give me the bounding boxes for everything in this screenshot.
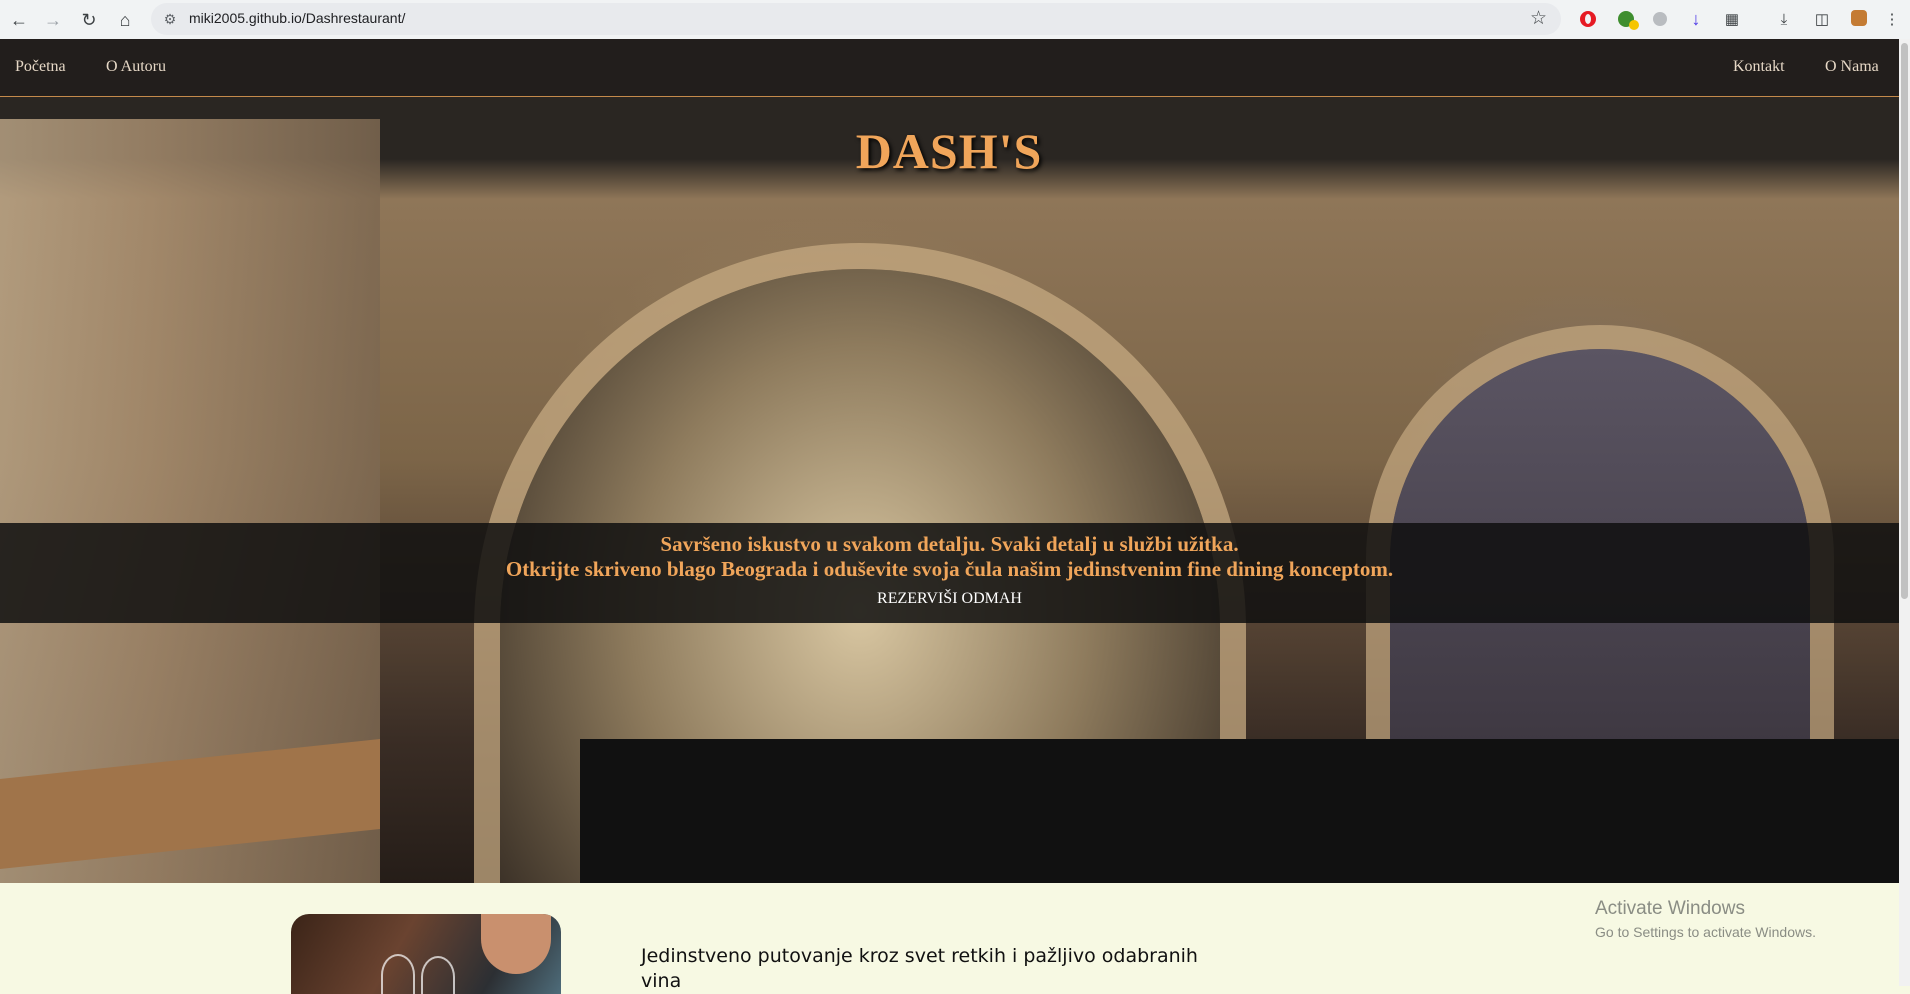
page-scrollbar[interactable] xyxy=(1899,39,1910,986)
profile-avatar[interactable] xyxy=(1851,10,1867,26)
reserve-now-button[interactable]: REZERVIŠI ODMAH xyxy=(877,590,1022,608)
menu-kebab-icon[interactable]: ⋮ xyxy=(1882,9,1902,29)
nav-link-pocetna[interactable]: Početna xyxy=(15,58,66,76)
wine-glass-icon xyxy=(381,954,415,994)
windows-activation-watermark: Activate Windows Go to Settings to activ… xyxy=(1595,898,1816,940)
tagline-line-1: Savršeno iskustvo u svakom detalju. Svak… xyxy=(660,532,1239,556)
forward-icon[interactable]: → xyxy=(40,7,66,33)
opera-extension-icon[interactable] xyxy=(1580,11,1596,27)
hero-tagline-band: Savršeno iskustvo u svakom detalju. Svak… xyxy=(0,523,1899,623)
nav-link-o-autoru[interactable]: O Autoru xyxy=(106,58,166,76)
warning-badge-icon xyxy=(1629,20,1639,30)
site-navbar: Početna O Autoru Kontakt O Nama xyxy=(0,39,1899,97)
tagline-line-2: Otkrijte skriveno blago Beograda i oduše… xyxy=(505,557,1394,581)
watermark-title: Activate Windows xyxy=(1595,898,1745,919)
address-bar[interactable]: ⚙ miki2005.github.io/Dashrestaurant/ ☆ xyxy=(151,3,1561,35)
watermark-subtitle: Go to Settings to activate Windows. xyxy=(1595,924,1816,940)
nav-link-o-nama[interactable]: O Nama xyxy=(1825,58,1879,76)
wine-photo xyxy=(291,914,561,994)
extension-icon[interactable] xyxy=(1653,12,1667,26)
browser-toolbar: ← → ↻ ⌂ ⚙ miki2005.github.io/Dashrestaur… xyxy=(0,0,1910,40)
wine-glass-icon xyxy=(421,956,455,994)
scrollbar-thumb[interactable] xyxy=(1901,43,1908,599)
side-panel-icon[interactable]: ◫ xyxy=(1812,9,1832,29)
hero-photo-counter xyxy=(580,739,1899,883)
downloads-icon[interactable]: ⤓ xyxy=(1774,9,1794,29)
download-arrow-extension-icon[interactable]: ↓ xyxy=(1686,9,1706,29)
nav-link-kontakt[interactable]: Kontakt xyxy=(1733,58,1785,76)
bookmark-star-icon[interactable]: ☆ xyxy=(1530,7,1547,30)
section-intro-text: Jedinstveno putovanje kroz svet retkih i… xyxy=(641,945,1198,992)
brand-title: DASH'S xyxy=(0,122,1899,180)
back-icon[interactable]: ← xyxy=(6,7,32,33)
brand-title-text: DASH'S xyxy=(855,123,1043,179)
extensions-puzzle-icon[interactable]: ▦ xyxy=(1722,9,1742,29)
home-icon[interactable]: ⌂ xyxy=(112,7,138,33)
site-info-icon[interactable]: ⚙ xyxy=(161,10,179,28)
url-text[interactable]: miki2005.github.io/Dashrestaurant/ xyxy=(189,10,405,26)
wine-photo-person xyxy=(481,914,551,974)
reload-icon[interactable]: ↻ xyxy=(76,7,102,33)
